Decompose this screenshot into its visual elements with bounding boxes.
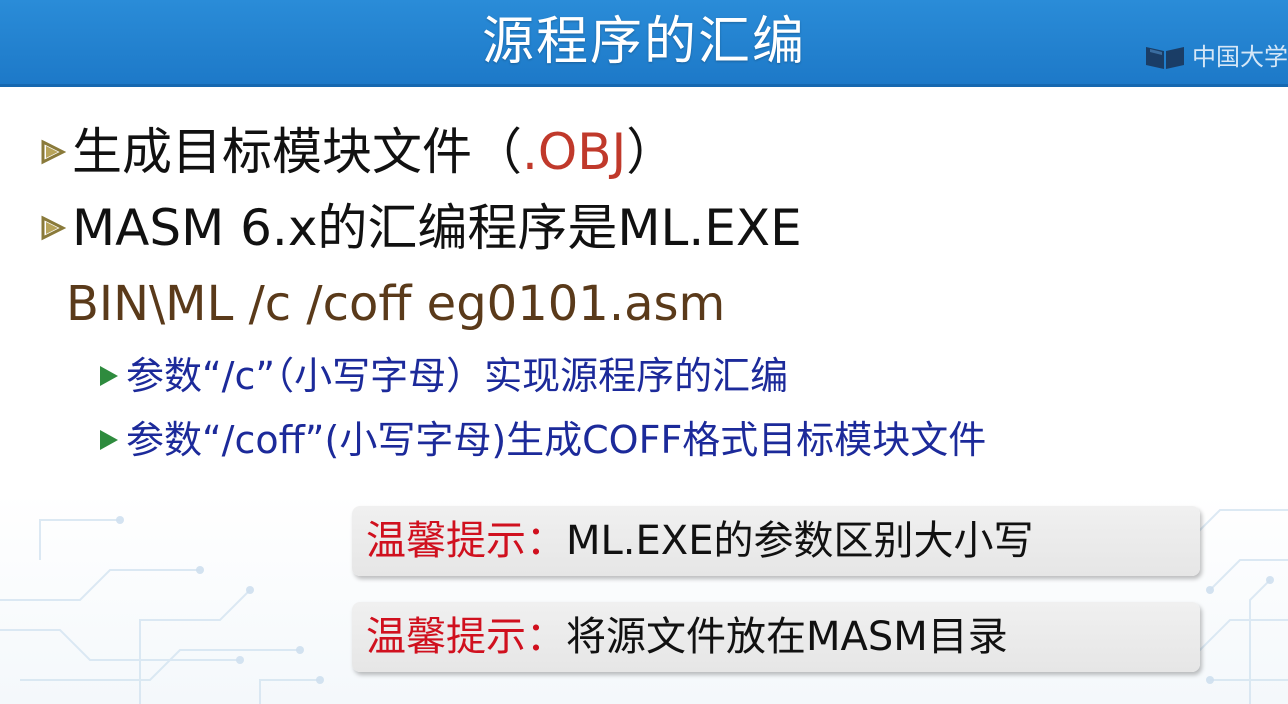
tip-label: 温馨提示： [366,518,566,564]
command-line: BIN\ML /c /coff eg0101.asm [66,276,726,332]
triangle-bullet-icon [41,215,66,241]
sub-bullet-coff-param: 参数“/coff”(小写字母)生成COFF格式目标模块文件 [96,414,986,466]
small-triangle-bullet-icon [100,366,118,386]
slide: 源程序的汇编 中国大学 生成目标模块文件（ .OBJ ） MASM 6.x的汇编… [0,0,1288,704]
triangle-bullet-icon [41,139,66,165]
bullet-masm-assembler: MASM 6.x的汇编程序是ML.EXE [40,196,802,260]
tip-box-case-sensitive: 温馨提示： ML.EXE的参数区别大小写 [352,506,1200,576]
logo-text: 中国大学 [1192,43,1288,71]
bullet-text: MASM 6.x的汇编程序是ML.EXE [72,199,802,257]
sub-bullet-text: 参数“/c”（小写字母）实现源程序的汇编 [126,354,789,398]
bullet-text-suffix: ） [626,123,677,181]
bullet-obj-file: 生成目标模块文件（ .OBJ ） [40,120,676,184]
university-logo: 中国大学 [1144,40,1288,74]
sub-bullet-text: 参数“/coff”(小写字母)生成COFF格式目标模块文件 [126,418,987,462]
tip-text: ML.EXE的参数区别大小写 [566,518,1034,564]
small-triangle-bullet-icon [100,430,118,450]
book-logo-icon [1146,47,1184,69]
sub-bullet-c-param: 参数“/c”（小写字母）实现源程序的汇编 [96,350,788,402]
tip-label: 温馨提示： [366,614,566,660]
obj-extension: .OBJ [522,123,627,181]
bullet-text: 生成目标模块文件（ [72,123,522,181]
tip-text: 将源文件放在MASM目录 [566,614,1008,660]
tip-box-masm-directory: 温馨提示： 将源文件放在MASM目录 [352,602,1200,672]
title-bar: 源程序的汇编 中国大学 [0,0,1288,87]
slide-title: 源程序的汇编 [481,12,806,72]
